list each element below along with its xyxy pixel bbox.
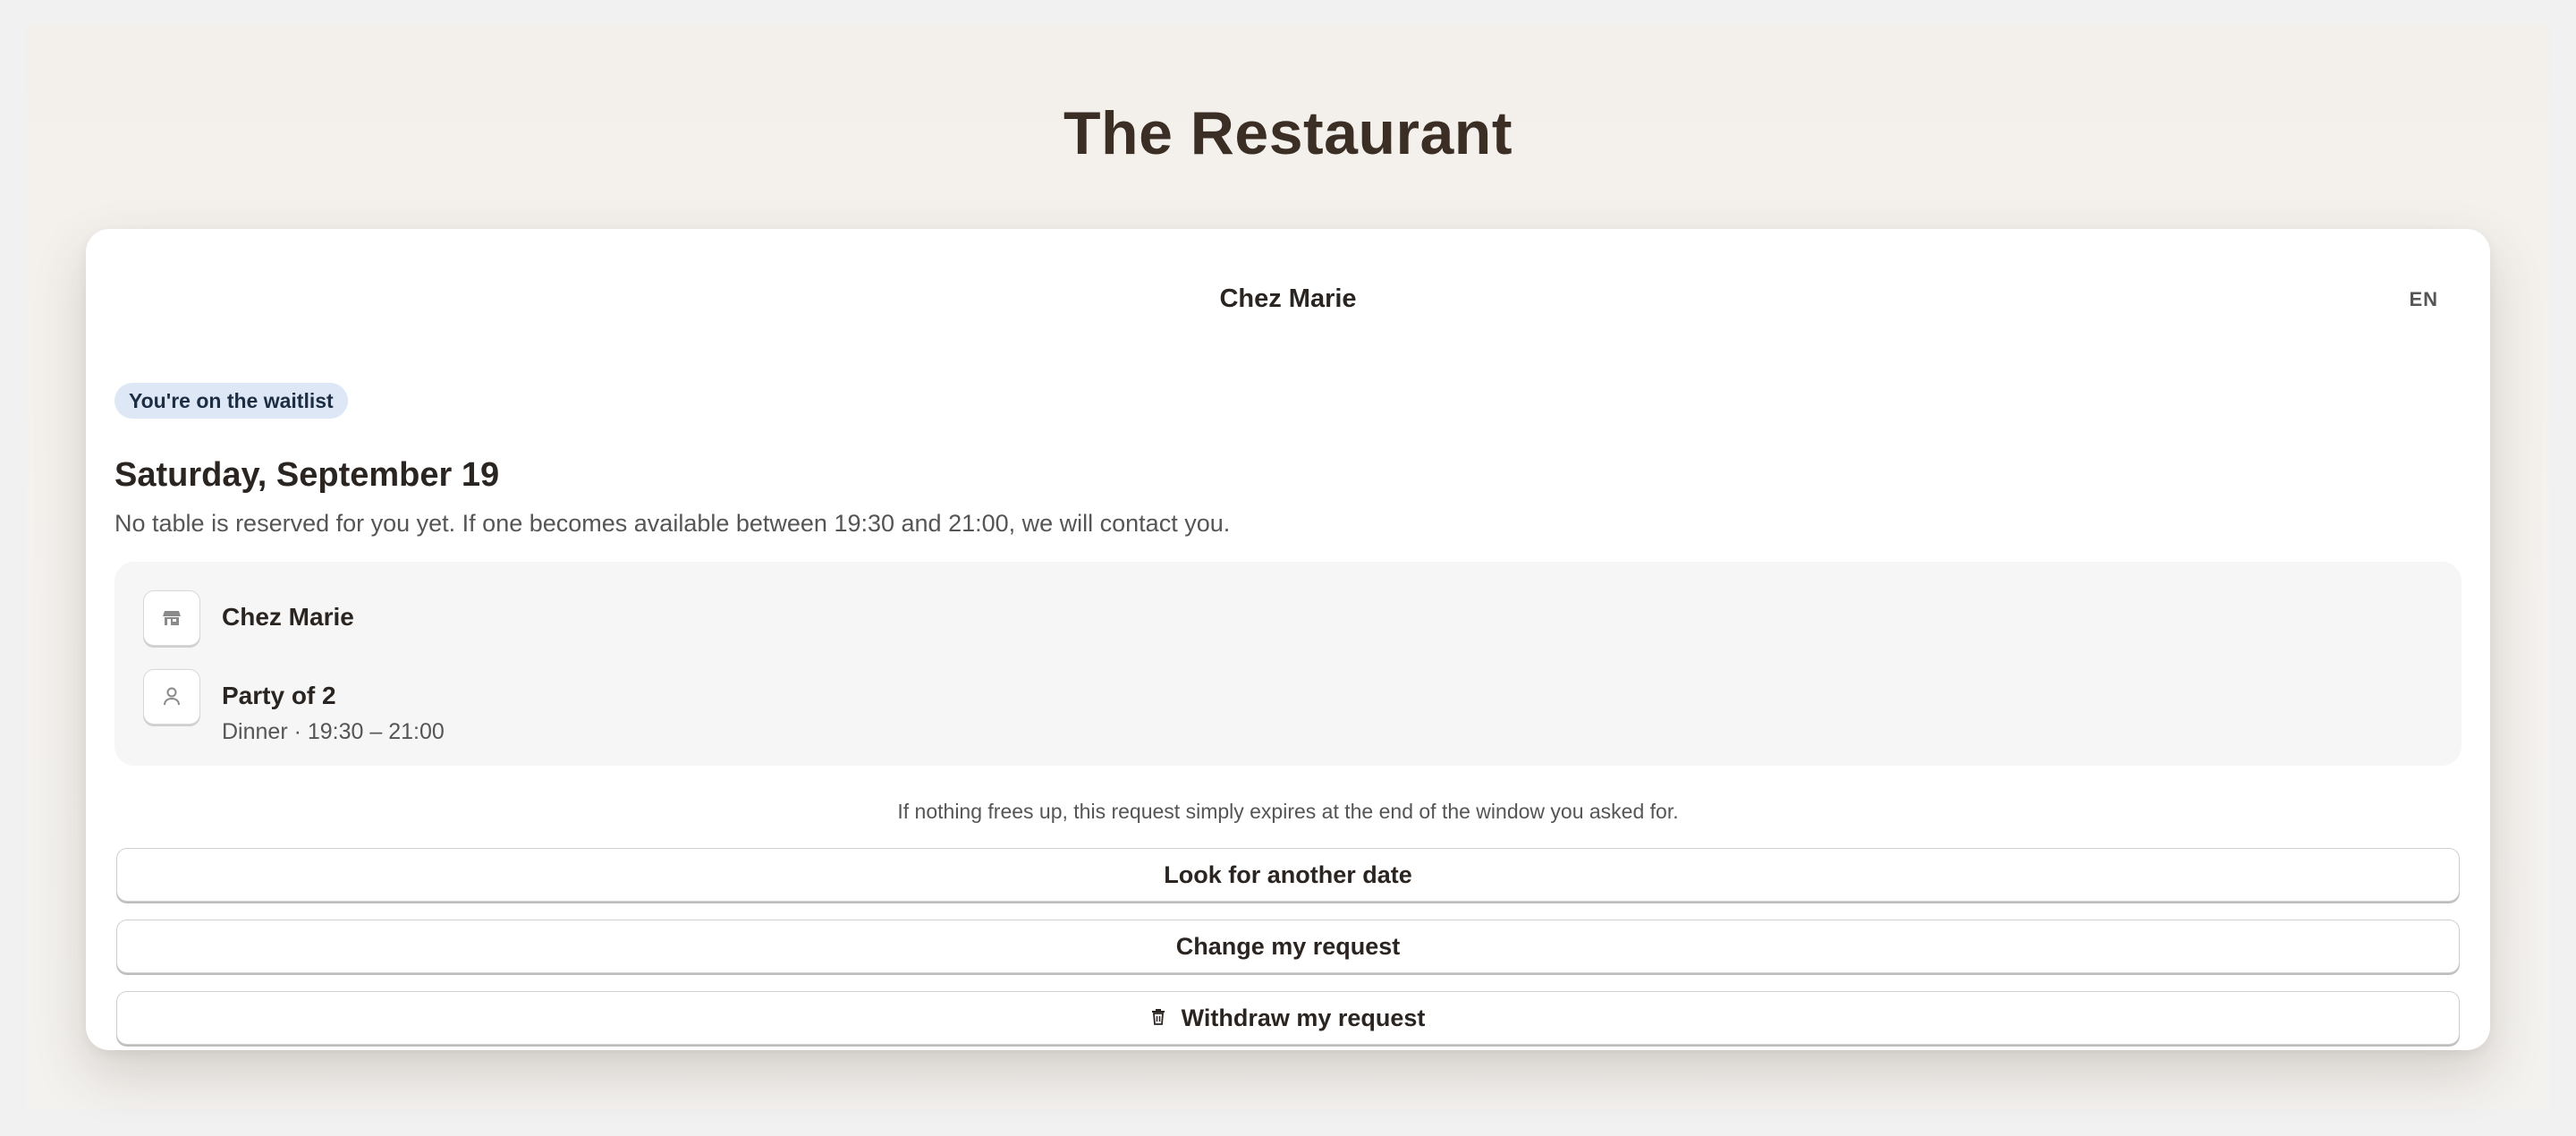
person-icon <box>143 669 200 725</box>
trash-icon <box>1151 1005 1165 1032</box>
status-badge: You're on the waitlist <box>114 383 348 419</box>
date-subtitle: No table is reserved for you yet. If one… <box>114 510 1231 537</box>
page-background: The Restaurant Chez Marie EN You're on t… <box>27 25 2549 1109</box>
look-another-date-button[interactable]: Look for another date <box>116 848 2460 902</box>
look-another-date-label: Look for another date <box>1164 860 1412 888</box>
detail-party-time: Dinner · 19:30 – 21:00 <box>222 719 445 744</box>
site-title: The Restaurant <box>1063 99 1513 167</box>
reservation-card: Chez Marie EN You're on the waitlist Sat… <box>86 229 2490 1050</box>
expiry-note: If nothing frees up, this request simply… <box>897 800 1679 823</box>
withdraw-request-label: Withdraw my request <box>1181 1004 1426 1031</box>
detail-party-label: Party of 2 <box>222 682 336 709</box>
detail-restaurant-label: Chez Marie <box>222 603 354 631</box>
withdraw-request-button[interactable]: Withdraw my request <box>116 991 2460 1045</box>
reservation-details: Chez Marie Party of 2 Dinner · 19:30 – 2… <box>114 562 2462 766</box>
store-icon <box>143 590 200 646</box>
change-request-label: Change my request <box>1175 932 1401 960</box>
restaurant-name-title: Chez Marie <box>1219 284 1357 313</box>
change-request-button[interactable]: Change my request <box>116 920 2460 973</box>
card-header: Chez Marie EN <box>86 229 2490 322</box>
language-switcher[interactable]: EN <box>2409 288 2438 311</box>
date-heading: Saturday, September 19 <box>114 456 500 494</box>
